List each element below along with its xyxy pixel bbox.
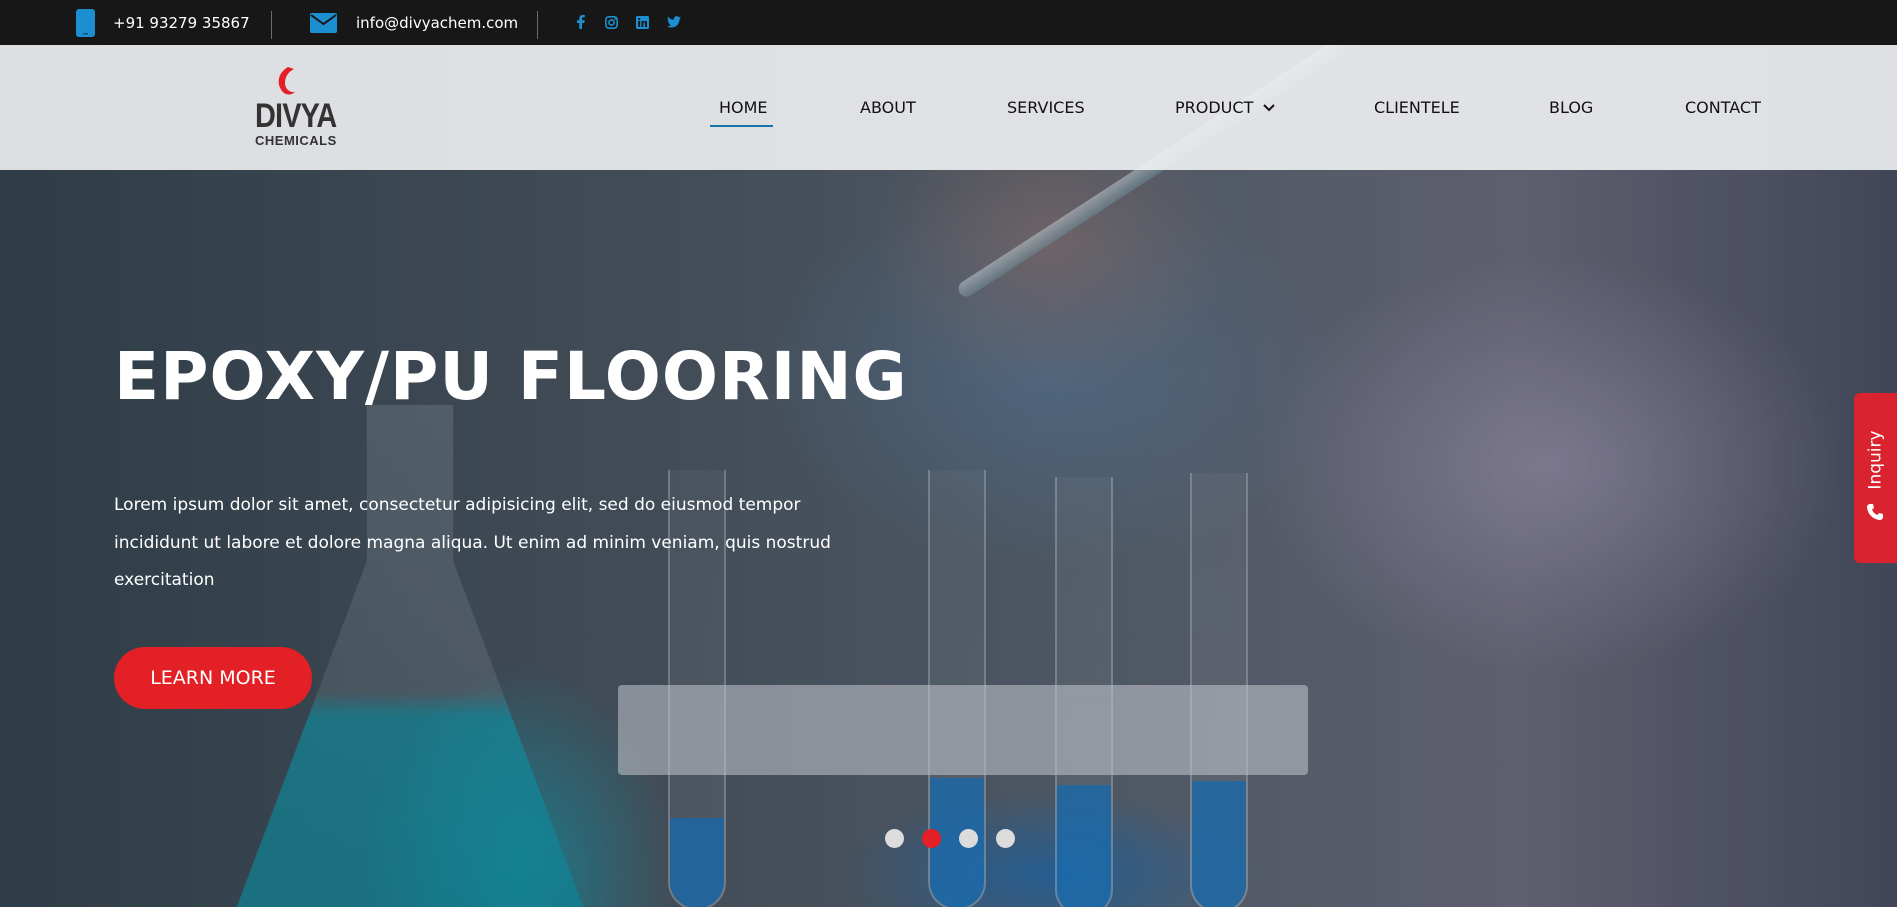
envelope-icon [310, 12, 337, 33]
nav-blog[interactable]: BLOG [1549, 45, 1593, 170]
learn-more-button[interactable]: LEARN MORE [114, 647, 312, 709]
inquiry-label: Inquiry [1865, 430, 1886, 490]
inquiry-tab[interactable]: Inquiry [1854, 393, 1897, 563]
slide-dot-4[interactable] [996, 829, 1015, 848]
nav-services[interactable]: SERVICES [1007, 45, 1085, 170]
hero-slider [0, 45, 1897, 907]
phone-contact[interactable]: +91 93279 35867 [76, 0, 250, 45]
logo[interactable]: DIVYA CHEMICALS [250, 67, 350, 157]
email-address: info@divyachem.com [356, 13, 519, 32]
social-links [565, 12, 689, 32]
twitter-icon[interactable] [658, 12, 689, 32]
nav-product-label: PRODUCT [1175, 98, 1254, 117]
mobile-icon [76, 8, 95, 37]
nav-active-indicator [710, 125, 773, 127]
divider [271, 11, 272, 39]
email-contact[interactable]: info@divyachem.com [310, 0, 518, 45]
nav-clientele[interactable]: CLIENTELE [1374, 45, 1460, 170]
slide-dot-2[interactable] [922, 829, 941, 848]
chevron-down-icon [1263, 103, 1276, 112]
nav-about[interactable]: ABOUT [860, 45, 916, 170]
nav-contact[interactable]: CONTACT [1685, 45, 1761, 170]
phone-number: +91 93279 35867 [113, 13, 250, 32]
phone-icon [1867, 504, 1883, 520]
main-navbar: DIVYA CHEMICALS HOME ABOUT SERVICES PROD… [0, 45, 1897, 170]
nav-product[interactable]: PRODUCT [1175, 45, 1276, 170]
slider-pagination [885, 829, 1015, 848]
slide-dot-3[interactable] [959, 829, 978, 848]
instagram-icon[interactable] [596, 12, 627, 32]
slide-dot-1[interactable] [885, 829, 904, 848]
hero-description: Lorem ipsum dolor sit amet, consectetur … [114, 495, 831, 590]
nav-home[interactable]: HOME [719, 45, 768, 170]
hero-title: EPOXY/PU FLOORING [114, 338, 908, 415]
facebook-icon[interactable] [565, 12, 596, 32]
top-bar: +91 93279 35867 info@divyachem.com [0, 0, 1897, 45]
divider [537, 11, 538, 39]
logo-subtitle: CHEMICALS [255, 133, 337, 148]
logo-wordmark: DIVYA [255, 97, 337, 135]
logo-drop-icon [278, 67, 295, 95]
linkedin-icon[interactable] [627, 12, 658, 32]
